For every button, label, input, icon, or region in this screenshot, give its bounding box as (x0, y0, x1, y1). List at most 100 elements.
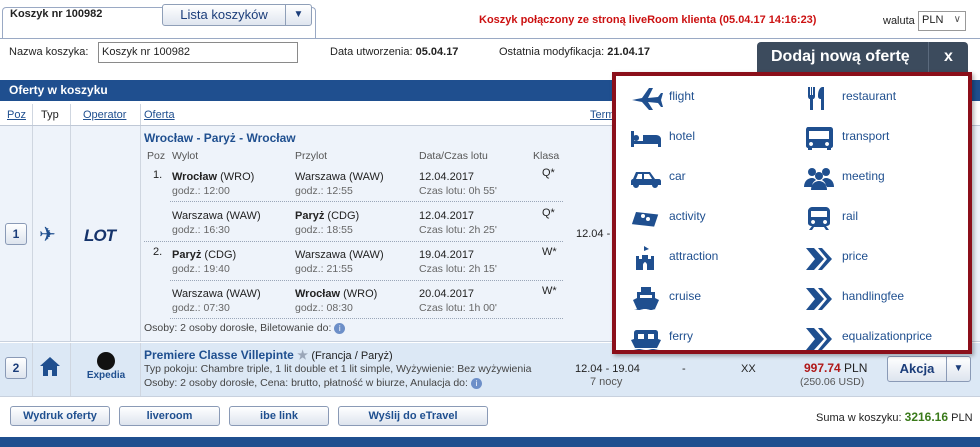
add-offer-flight[interactable]: flight (621, 79, 791, 115)
add-offer-activity[interactable]: activity (621, 199, 791, 235)
divider (170, 318, 563, 319)
add-offer-attraction[interactable]: attraction (621, 239, 791, 275)
add-offer-label: ferry (669, 329, 693, 343)
arrow-icon (802, 325, 836, 351)
add-offer-title: Dodaj nową ofertę (771, 48, 910, 65)
currency-select[interactable]: PLN ∨ (918, 11, 966, 31)
ibe-link-button[interactable]: ibe link (229, 406, 329, 426)
basket-sum: Suma w koszyku: 3216.16 PLN (816, 410, 973, 424)
info-icon[interactable]: i (470, 377, 482, 389)
segment-class: Q* (542, 167, 555, 179)
basket-name-label: Nazwa koszyka: (9, 46, 89, 58)
add-offer-transport[interactable]: transport (794, 119, 964, 155)
segment-number: 2. (153, 246, 163, 258)
plane-icon (629, 85, 663, 111)
segment-date: 12.04.2017 (419, 171, 475, 183)
hotel-name: Premiere Classe Villepinte ★ (Francja / … (144, 348, 393, 362)
segment-departure: godz.: 07:30 (172, 302, 230, 314)
segment-from: Paryż (CDG) (172, 249, 237, 261)
basket-list-button[interactable]: Lista koszyków ▼ (162, 4, 312, 26)
tab-underline (0, 38, 980, 39)
position-button[interactable]: 2 (5, 357, 27, 379)
sub-col-poz: Poz (147, 150, 166, 162)
col-typ: Typ (41, 109, 59, 121)
segment-from: Warszawa (WAW) (172, 210, 261, 222)
segment-date: 12.04.2017 (419, 210, 475, 222)
add-offer-ferry[interactable]: ferry (621, 319, 791, 355)
hotel-persons: Osoby: 2 osoby dorosłe, Cena: brutto, pł… (144, 377, 482, 389)
hotel-dash: - (682, 363, 686, 375)
modified-date: Ostatnia modyfikacja: 21.04.17 (499, 46, 651, 58)
add-offer-label: restaurant (842, 89, 897, 103)
segment-departure: godz.: 16:30 (172, 224, 230, 236)
arrow-icon (802, 285, 836, 311)
add-offer-header: Dodaj nową ofertę x (757, 42, 968, 72)
close-icon[interactable]: x (928, 42, 968, 72)
add-offer-label: meeting (842, 169, 885, 183)
segment-number: 1. (153, 169, 163, 181)
flight-route: Wrocław - Paryż - Wrocław (144, 131, 296, 145)
segment-class: W* (542, 246, 557, 258)
segment-duration: Czas lotu: 1h 00' (419, 302, 497, 314)
sub-col-wylot: Wylot (172, 150, 199, 162)
hotel-nights: 7 nocy (590, 376, 623, 388)
col-operator[interactable]: Operator (83, 109, 126, 121)
segment-departure: godz.: 19:40 (172, 263, 230, 275)
add-offer-label: rail (842, 209, 859, 223)
add-offer-meeting[interactable]: meeting (794, 159, 964, 195)
add-offer-label: transport (842, 129, 890, 143)
add-offer-equalizationprice[interactable]: equalizationprice (794, 319, 964, 355)
add-offer-label: flight (669, 89, 695, 103)
divider (170, 280, 563, 281)
segment-from: Warszawa (WAW) (172, 288, 261, 300)
footer-bar (0, 437, 980, 447)
add-offer-restaurant[interactable]: restaurant (794, 79, 964, 115)
info-icon[interactable]: i (334, 322, 346, 334)
segment-duration: Czas lotu: 2h 15' (419, 263, 497, 275)
chevron-down-icon: ∨ (953, 14, 961, 25)
arrow-icon (802, 245, 836, 271)
col-poz[interactable]: Poz (7, 109, 26, 121)
add-offer-cruise[interactable]: cruise (621, 279, 791, 315)
flight-persons: Osoby: 2 osoby dorosłe, Biletowanie do: … (144, 322, 346, 335)
hotel-xx: XX (741, 363, 756, 375)
sub-col-klasa: Klasa (533, 150, 560, 162)
position-button[interactable]: 1 (5, 223, 27, 245)
segment-arrival: godz.: 08:30 (295, 302, 353, 314)
sub-col-data: Data/Czas lotu (419, 150, 488, 162)
segment-class: Q* (542, 207, 555, 219)
liveroom-button[interactable]: liveroom (119, 406, 220, 426)
chevron-down-icon[interactable]: ▼ (946, 357, 970, 381)
add-offer-label: equalizationprice (842, 329, 933, 343)
star-icon: ★ (297, 348, 308, 362)
segment-duration: Czas lotu: 2h 25' (419, 224, 497, 236)
add-offer-rail[interactable]: rail (794, 199, 964, 235)
basket-name-input[interactable]: Koszyk nr 100982 (98, 42, 298, 63)
add-offer-label: car (669, 169, 686, 183)
action-button[interactable]: Akcja ▼ (887, 356, 971, 382)
add-offer-hotel[interactable]: hotel (621, 119, 791, 155)
segment-date: 19.04.2017 (419, 249, 475, 261)
basket-list-label: Lista koszyków (180, 7, 268, 22)
segment-from: Wrocław (WRO) (172, 171, 255, 183)
add-offer-handlingfee[interactable]: handlingfee (794, 279, 964, 315)
segment-class: W* (542, 285, 557, 297)
currency-label: waluta (883, 15, 915, 27)
segment-arrival: godz.: 18:55 (295, 224, 353, 236)
segment-duration: Czas lotu: 0h 55' (419, 185, 497, 197)
created-date: Data utworzenia: 05.04.17 (330, 46, 459, 58)
basket-title: Koszyk nr 100982 (10, 8, 103, 20)
chevron-down-icon[interactable]: ▼ (285, 5, 311, 25)
add-offer-label: cruise (669, 289, 702, 303)
bus-icon (802, 125, 836, 151)
segment-to: Wrocław (WRO) (295, 288, 378, 300)
send-etravel-button[interactable]: Wyślij do eTravel (338, 406, 488, 426)
add-offer-price[interactable]: price (794, 239, 964, 275)
hotel-price-usd: (250.06 USD) (800, 376, 865, 388)
train-icon (802, 205, 836, 231)
print-offer-button[interactable]: Wydruk oferty (10, 406, 110, 426)
col-term[interactable]: Term (590, 109, 614, 121)
add-offer-label: attraction (669, 249, 719, 263)
col-oferta[interactable]: Oferta (144, 109, 175, 121)
add-offer-car[interactable]: car (621, 159, 791, 195)
